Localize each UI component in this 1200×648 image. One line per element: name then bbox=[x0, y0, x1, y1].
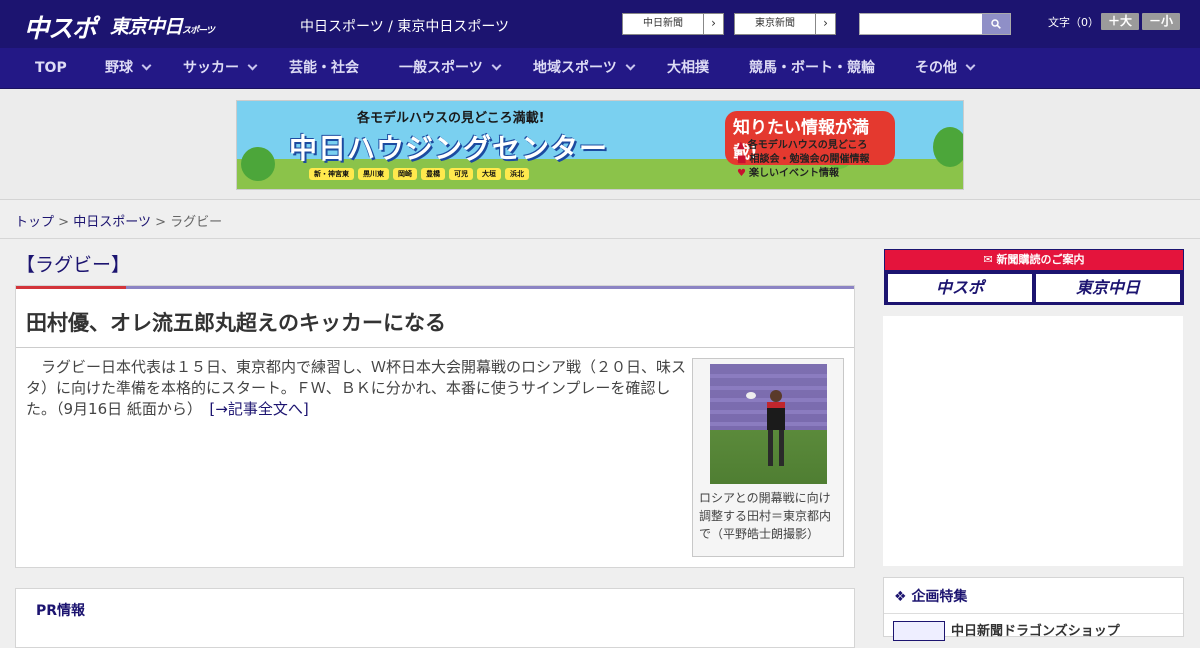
banner-city: 黒川東 bbox=[358, 168, 389, 180]
font-smaller-button[interactable]: －小 bbox=[1142, 13, 1180, 30]
search-button[interactable] bbox=[982, 14, 1010, 34]
chevron-down-icon bbox=[247, 60, 258, 71]
tree-graphic bbox=[241, 147, 275, 181]
banner-feature-list: ▲ 各モデルハウスの見どころ ■ 相談会・勉強会の開催情報 ♥ 楽しいイベント情報 bbox=[737, 140, 870, 179]
chevron-down-icon bbox=[965, 60, 976, 71]
banner-city: 新・神宮東 bbox=[309, 168, 354, 180]
subscribe-tokyo-chunichi-button[interactable]: 東京中日 bbox=[1036, 274, 1180, 302]
banner-city: 浜北 bbox=[505, 168, 529, 180]
tokyo-shimbun-link[interactable]: 東京新聞 › bbox=[734, 13, 836, 35]
photo-caption: ロシアとの開幕戦に向け調整する田村＝東京都内で（平野皓士朗撮影） bbox=[699, 491, 832, 541]
newspaper-icon: ✉ bbox=[983, 253, 997, 266]
pr-box: PR情報 bbox=[15, 588, 855, 648]
chevron-down-icon bbox=[141, 60, 152, 71]
chevron-down-icon bbox=[491, 60, 502, 71]
category-heading: 【ラグビー】 bbox=[16, 254, 131, 276]
font-size-label: 文字（0） bbox=[1048, 16, 1099, 29]
banner-city: 可児 bbox=[449, 168, 473, 180]
breadcrumb-top[interactable]: トップ bbox=[15, 215, 54, 230]
divider bbox=[0, 238, 1200, 239]
search-icon bbox=[991, 19, 1001, 29]
nav-entertainment[interactable]: 芸能・社会 bbox=[289, 48, 359, 88]
article-box: 田村優、オレ流五郎丸超えのキッカーになる ラグビー日本代表は１５日、東京都内で練… bbox=[15, 285, 855, 568]
heart-icon: ♥ bbox=[737, 168, 746, 179]
feature-box: ❖ 企画特集 中日新聞ドラゴンズショップ bbox=[883, 577, 1184, 641]
nav-top[interactable]: TOP bbox=[35, 48, 67, 88]
housing-center-banner[interactable]: 各モデルハウスの見どころ満載! 中日ハウジングセンター 新・神宮東 黒川東 岡崎… bbox=[236, 100, 964, 190]
chunichi-shimbun-label: 中日新聞 bbox=[643, 18, 683, 29]
book-icon: ■ bbox=[737, 154, 747, 165]
pr-title: PR情報 bbox=[36, 603, 86, 619]
ribbon-icon: ❖ bbox=[894, 589, 912, 605]
breadcrumb: トップ > 中日スポーツ > ラグビー bbox=[15, 211, 222, 230]
breadcrumb-separator: > bbox=[155, 215, 166, 230]
rugby-ball bbox=[746, 392, 756, 399]
nav-soccer[interactable]: サッカー bbox=[183, 48, 258, 88]
divider bbox=[884, 613, 1183, 614]
player-figure bbox=[770, 390, 782, 402]
subscribe-chuspo-button[interactable]: 中スポ bbox=[888, 274, 1032, 302]
search-input[interactable] bbox=[860, 14, 982, 34]
banner-headline: 各モデルハウスの見どころ満載! bbox=[357, 111, 545, 126]
banner-city: 岡崎 bbox=[393, 168, 417, 180]
feature-thumbnail[interactable] bbox=[893, 621, 945, 641]
subscription-box: ✉ 新聞購読のご案内 中スポ 東京中日 bbox=[884, 249, 1184, 305]
article-top-border bbox=[16, 286, 854, 289]
font-larger-button[interactable]: ＋大 bbox=[1101, 13, 1139, 30]
article-photo-box: ロシアとの開幕戦に向け調整する田村＝東京都内で（平野皓士朗撮影） bbox=[692, 358, 844, 557]
nav-sumo[interactable]: 大相撲 bbox=[667, 48, 709, 88]
chunichi-shimbun-link[interactable]: 中日新聞 › bbox=[622, 13, 724, 35]
search-box bbox=[859, 13, 1011, 35]
feature-title: ❖ 企画特集 bbox=[894, 589, 968, 605]
read-full-article-link[interactable]: [→記事全文へ] bbox=[209, 400, 308, 418]
subscription-header: ✉ 新聞購読のご案内 bbox=[885, 250, 1183, 270]
site-name-link[interactable]: 中日スポーツ / 東京中日スポーツ bbox=[300, 16, 509, 36]
nav-others[interactable]: その他 bbox=[915, 48, 976, 88]
breadcrumb-separator: > bbox=[58, 215, 70, 230]
nav-local-sports[interactable]: 地域スポーツ bbox=[533, 48, 636, 88]
article-photo[interactable] bbox=[710, 364, 827, 484]
banner-cities: 新・神宮東 黒川東 岡崎 豊橋 可児 大垣 浜北 bbox=[309, 168, 529, 180]
banner-title: 中日ハウジングセンター bbox=[289, 132, 609, 165]
article-headline: 田村優、オレ流五郎丸超えのキッカーになる bbox=[26, 311, 446, 335]
chevron-down-icon bbox=[625, 60, 636, 71]
tree-graphic bbox=[933, 127, 963, 167]
chuspo-logo[interactable]: 中スポ bbox=[24, 9, 97, 43]
tokyo-shimbun-label: 東京新聞 bbox=[755, 18, 795, 29]
nav-baseball[interactable]: 野球 bbox=[105, 48, 152, 88]
house-icon: ▲ bbox=[737, 140, 745, 151]
banner-city: 大垣 bbox=[477, 168, 501, 180]
top-header: 中スポ 東京中日スポーツ 中日スポーツ / 東京中日スポーツ 中日新聞 › 東京… bbox=[0, 0, 1200, 48]
nav-general-sports[interactable]: 一般スポーツ bbox=[399, 48, 502, 88]
breadcrumb-current: ラグビー bbox=[170, 215, 223, 230]
chevron-right-icon: › bbox=[703, 14, 723, 34]
main-nav: TOP 野球 サッカー 芸能・社会 一般スポーツ 地域スポーツ 大相撲 競馬・ボ… bbox=[0, 48, 1200, 89]
sidebar-ad[interactable] bbox=[883, 316, 1183, 566]
tokyo-chunichi-logo[interactable]: 東京中日スポーツ bbox=[110, 12, 215, 40]
banner-city: 豊橋 bbox=[421, 168, 445, 180]
divider bbox=[16, 347, 854, 348]
breadcrumb-chunichi-sports[interactable]: 中日スポーツ bbox=[73, 215, 151, 230]
chevron-right-icon: › bbox=[815, 14, 835, 34]
nav-keiba[interactable]: 競馬・ボート・競輪 bbox=[749, 48, 875, 88]
article-body: ラグビー日本代表は１５日、東京都内で練習し、Ｗ杯日本大会開幕戦のロシア戦（２０日… bbox=[26, 358, 687, 418]
